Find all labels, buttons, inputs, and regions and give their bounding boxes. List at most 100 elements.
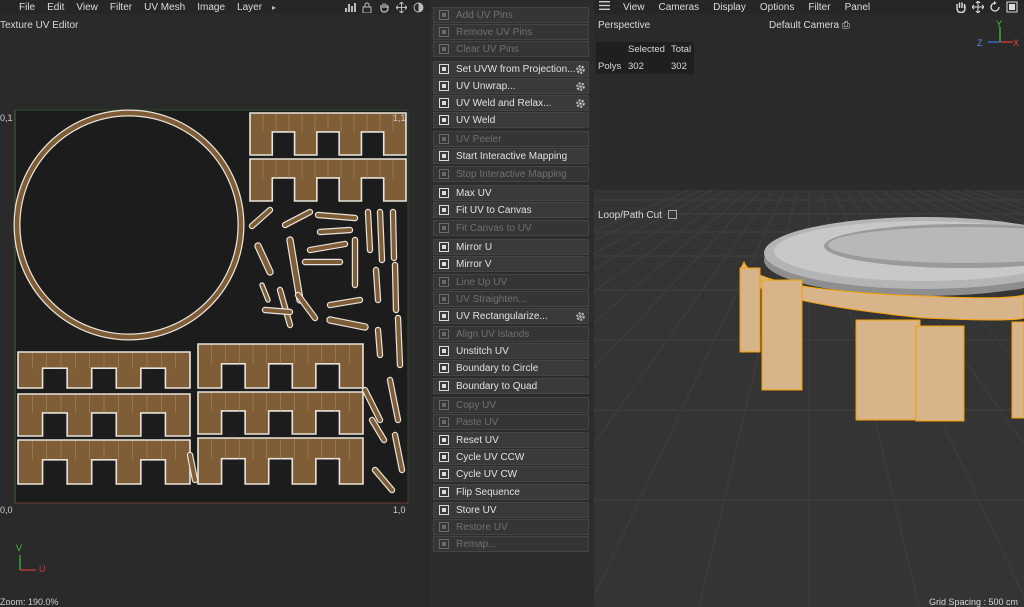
command-unwrap[interactable]: UV Unwrap... [433, 78, 589, 94]
unpin-icon [439, 27, 449, 37]
rotate-view-icon[interactable] [989, 1, 1001, 13]
viewport-camera[interactable]: Default Camera ⎙ [769, 20, 850, 31]
maximize-view-icon[interactable] [1006, 1, 1018, 13]
uv-menu-edit[interactable]: Edit [41, 2, 70, 13]
command-pin[interactable]: Add UV Pins [433, 7, 589, 23]
command-restore[interactable]: Restore UV [433, 519, 589, 535]
move-view-icon[interactable] [972, 1, 984, 13]
restore-icon [439, 522, 449, 532]
gear-icon[interactable] [575, 81, 586, 92]
uv-editor-panel: File Edit View Filter UV Mesh Image Laye… [0, 0, 430, 607]
command-line-up[interactable]: Line Up UV [433, 274, 589, 290]
uv-menu-file[interactable]: File [0, 2, 41, 13]
toggle-icon[interactable] [412, 1, 424, 13]
viewport-tool-icons [955, 1, 1018, 13]
uv-canvas[interactable] [0, 30, 430, 595]
command-mirror-u[interactable]: Mirror U [433, 239, 589, 255]
command-label: Stop Interactive Mapping [456, 168, 567, 180]
mirror-v-icon [439, 259, 449, 269]
command-reset[interactable]: Reset UV [433, 432, 589, 448]
move-icon[interactable] [395, 1, 407, 13]
vp-menu-view[interactable]: View [616, 2, 652, 13]
gear-icon[interactable] [575, 64, 586, 75]
command-label: UV Weld [456, 114, 496, 126]
command-label: UV Unwrap... [456, 80, 516, 92]
command-copy[interactable]: Copy UV [433, 397, 589, 413]
command-label: Cycle UV CW [456, 468, 518, 480]
uv-menu-layer[interactable]: Layer [231, 2, 268, 13]
uv-corner-label-tr: 1,1 [393, 113, 406, 123]
command-remap[interactable]: Remap... [433, 536, 589, 552]
peeler-icon [439, 134, 449, 144]
uv-menu-view[interactable]: View [70, 2, 104, 13]
uv-commands-panel: Add UV Pins Remove UV Pins Clear UV Pins Se… [430, 0, 594, 607]
command-label: Flip Sequence [456, 486, 520, 498]
stats-row-polys: Polys [598, 61, 622, 72]
command-weld[interactable]: UV Weld [433, 112, 589, 128]
uv-corner-label-br: 1,0 [393, 505, 406, 515]
command-quad[interactable]: Boundary to Quad [433, 378, 589, 394]
active-tool-label: Loop/Path Cut [598, 210, 677, 221]
grid-spacing-readout: Grid Spacing : 500 cm [928, 597, 1018, 607]
vp-menu-options[interactable]: Options [753, 2, 801, 13]
uv-menu-image[interactable]: Image [191, 2, 231, 13]
pan-hand-icon[interactable] [955, 1, 967, 13]
align-icon [439, 329, 449, 339]
viewport-menubar: View Cameras Display Options Filter Pane… [594, 0, 1024, 14]
command-flip[interactable]: Flip Sequence [433, 484, 589, 500]
command-rectangularize[interactable]: UV Rectangularize... [433, 308, 589, 324]
poly-stats-table: Selected Total Polys 302 302 [596, 42, 694, 74]
command-fit-canvas[interactable]: Fit Canvas to UV [433, 220, 589, 236]
command-circle[interactable]: Boundary to Circle [433, 360, 589, 376]
command-label: Reset UV [456, 434, 499, 446]
vp-menu-filter[interactable]: Filter [801, 2, 837, 13]
command-label: Fit UV to Canvas [456, 204, 532, 216]
command-play[interactable]: Start Interactive Mapping [433, 148, 589, 164]
vp-menu-cameras[interactable]: Cameras [652, 2, 707, 13]
command-unpin[interactable]: Remove UV Pins [433, 24, 589, 40]
hand-icon[interactable] [378, 1, 390, 13]
stop-icon [439, 169, 449, 179]
more-menus-chevron-icon[interactable]: ▸ [268, 3, 280, 12]
histogram-icon[interactable] [344, 1, 356, 13]
command-unstitch[interactable]: Unstitch UV [433, 343, 589, 359]
command-cycle-ccw[interactable]: Cycle UV CCW [433, 449, 589, 465]
quad-icon [439, 381, 449, 391]
lock-icon[interactable] [361, 1, 373, 13]
weld-icon [439, 115, 449, 125]
uv-menu-uv-mesh[interactable]: UV Mesh [138, 2, 191, 13]
command-peeler[interactable]: UV Peeler [433, 131, 589, 147]
vp-menu-panel[interactable]: Panel [838, 2, 878, 13]
command-weld-relax[interactable]: UV Weld and Relax... [433, 95, 589, 111]
command-label: UV Peeler [456, 133, 502, 145]
active-tool-name: Loop/Path Cut [598, 210, 662, 221]
command-straighten[interactable]: UV Straighten... [433, 291, 589, 307]
vp-menu-display[interactable]: Display [706, 2, 753, 13]
command-max-uv[interactable]: Max UV [433, 185, 589, 201]
stats-col-selected: Selected [628, 44, 665, 55]
unwrap-icon [439, 81, 449, 91]
stats-selected-value: 302 [628, 61, 644, 72]
command-label: UV Rectangularize... [456, 310, 548, 322]
axis-z-label: Z [977, 38, 983, 48]
command-paste[interactable]: Paste UV [433, 414, 589, 430]
command-fit-uv[interactable]: Fit UV to Canvas [433, 202, 589, 218]
command-mirror-v[interactable]: Mirror V [433, 256, 589, 272]
gear-icon[interactable] [575, 98, 586, 109]
viewport-3d-view[interactable] [594, 80, 1024, 607]
projection-icon [439, 64, 449, 74]
command-cycle-cw[interactable]: Cycle UV CW [433, 466, 589, 482]
command-clear[interactable]: Clear UV Pins [433, 41, 589, 57]
command-projection[interactable]: Set UVW from Projection... [433, 61, 589, 77]
command-stop[interactable]: Stop Interactive Mapping [433, 166, 589, 182]
gear-icon[interactable] [575, 311, 586, 322]
command-align[interactable]: Align UV Islands [433, 326, 589, 342]
store-icon [439, 505, 449, 515]
viewport-menu-icon[interactable] [594, 1, 616, 13]
rectangularize-icon [439, 311, 449, 321]
command-label: Set UVW from Projection... [456, 63, 576, 75]
command-store[interactable]: Store UV [433, 502, 589, 518]
camera-label: Default Camera [769, 20, 840, 31]
uv-menu-filter[interactable]: Filter [104, 2, 138, 13]
max-uv-icon [439, 188, 449, 198]
